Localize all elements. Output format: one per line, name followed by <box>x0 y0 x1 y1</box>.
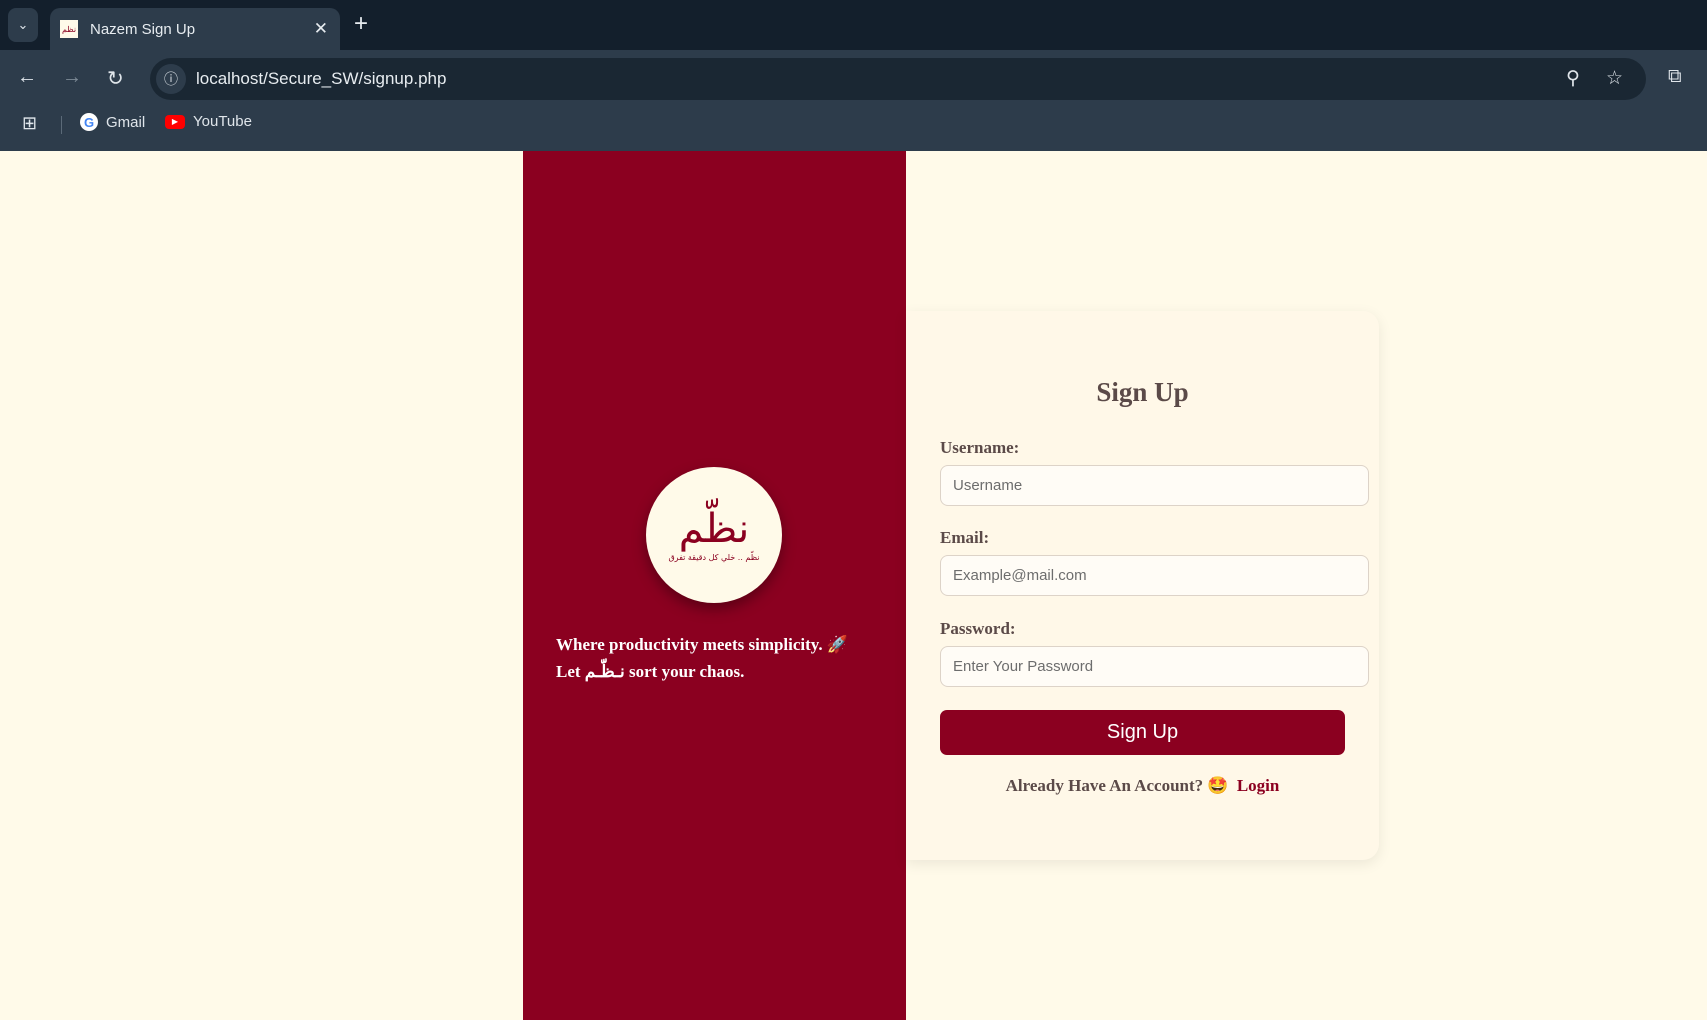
brand-panel: نظّم نظّم .. خلي كل دقيقة تفرق Where pro… <box>523 151 906 1020</box>
login-link[interactable]: Login <box>1237 776 1280 795</box>
tagline-rest: sort your chaos. <box>629 662 745 681</box>
sign-up-button[interactable]: Sign Up <box>940 710 1345 755</box>
tab-bar: ⌄ نظم Nazem Sign Up ✕ + <box>0 0 1707 50</box>
tagline-line-1: Where productivity meets simplicity. 🚀 <box>556 635 849 654</box>
address-bar[interactable]: ⓘ localhost/Secure_SW/signup.php ⚲ ☆ <box>150 58 1646 100</box>
tagline-let: Let <box>556 662 581 681</box>
bookmark-divider <box>61 116 62 134</box>
already-text: Already Have An Account? 🤩 <box>1005 776 1229 795</box>
zoom-icon[interactable]: ⚲ <box>1566 67 1580 90</box>
logo: نظّم نظّم .. خلي كل دقيقة تفرق <box>646 467 782 603</box>
tab-active[interactable]: نظم Nazem Sign Up ✕ <box>50 8 340 50</box>
tab-title: Nazem Sign Up <box>90 20 196 38</box>
bookmark-label: Gmail <box>106 113 146 131</box>
apps-icon[interactable]: ⊞ <box>22 113 37 134</box>
forward-icon[interactable]: → <box>62 66 82 89</box>
new-tab-button[interactable]: + <box>354 10 368 38</box>
username-label: Username: <box>940 438 1020 457</box>
tab-close-icon[interactable]: ✕ <box>314 19 328 39</box>
email-label: Email: <box>940 528 990 547</box>
page-title: Sign Up <box>1096 377 1189 407</box>
favicon-icon: نظم <box>60 20 78 38</box>
password-label: Password: <box>940 619 1016 638</box>
browser-toolbar: ← → ↻ ⓘ localhost/Secure_SW/signup.php ⚲… <box>0 50 1707 151</box>
login-prompt: Already Have An Account? 🤩 Login <box>906 776 1379 796</box>
email-input[interactable] <box>940 555 1369 596</box>
extensions-icon[interactable]: ⧉ <box>1668 66 1682 88</box>
google-icon: G <box>80 113 98 131</box>
bookmark-youtube[interactable]: ▶ YouTube <box>165 113 252 130</box>
bookmark-gmail[interactable]: G Gmail <box>80 113 145 131</box>
logo-subtitle: نظّم .. خلي كل دقيقة تفرق <box>668 552 760 562</box>
logo-text: نظّم <box>678 505 750 552</box>
tab-search-button[interactable]: ⌄ <box>8 8 38 42</box>
site-info-icon[interactable]: ⓘ <box>156 64 186 94</box>
url-text[interactable]: localhost/Secure_SW/signup.php <box>196 69 446 89</box>
signup-card: Sign Up Username: Email: Password: Sign … <box>906 311 1379 860</box>
password-input[interactable] <box>940 646 1369 687</box>
back-icon[interactable]: ← <box>17 66 37 89</box>
tagline-brand-name: نـظّـم <box>584 662 625 681</box>
reload-icon[interactable]: ↻ <box>107 66 124 91</box>
bookmark-star-icon[interactable]: ☆ <box>1606 67 1623 90</box>
tagline: Where productivity meets simplicity. 🚀 L… <box>556 631 886 685</box>
bookmark-label: YouTube <box>193 113 252 130</box>
username-input[interactable] <box>940 465 1369 506</box>
youtube-icon: ▶ <box>165 114 185 129</box>
